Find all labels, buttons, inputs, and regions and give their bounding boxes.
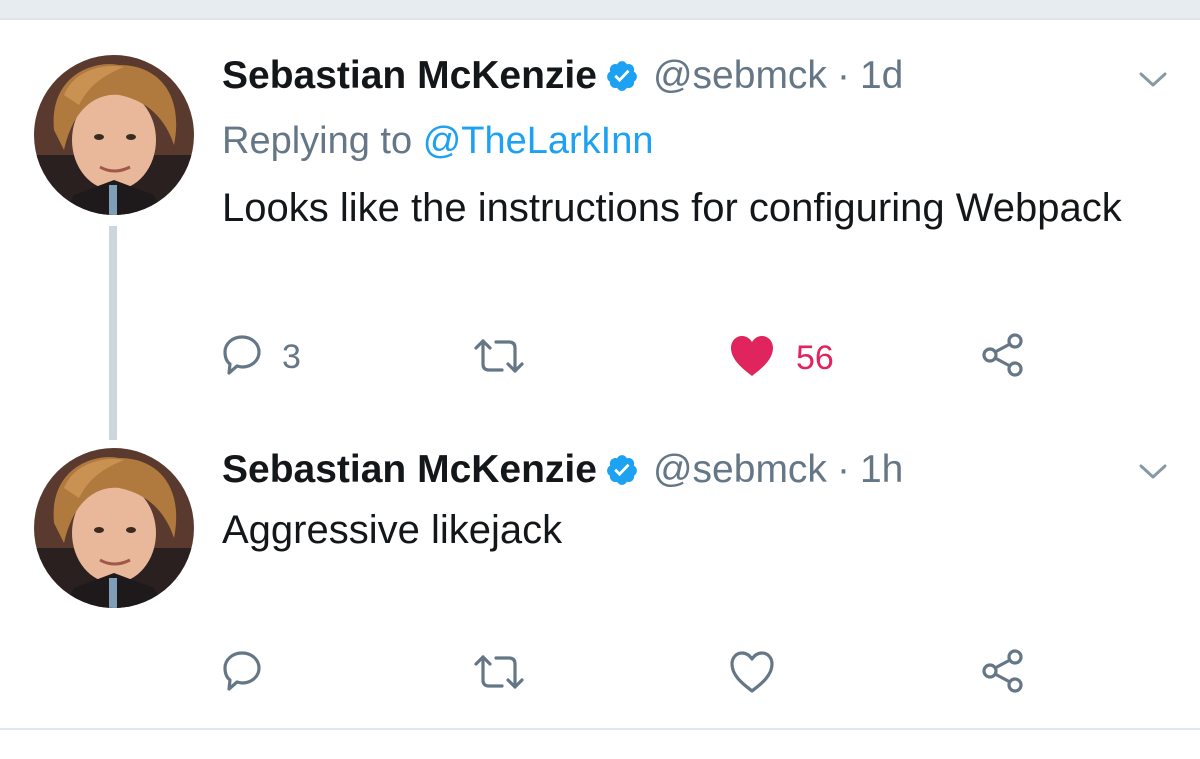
retweet-button[interactable] [472,336,546,381]
share-button[interactable] [980,648,1026,699]
display-name[interactable]: Sebastian McKenzie [222,54,597,98]
separator-dot: · [836,54,850,97]
verified-badge-icon [605,59,639,93]
share-icon [980,648,1026,699]
tweet-text: Aggressive likejack [222,508,563,552]
tweet-header: Sebastian McKenzie @sebmck · 1d [222,52,903,100]
replying-to-user-link[interactable]: @TheLarkInn [423,120,654,162]
reply-button[interactable]: 3 [222,334,301,381]
tweet[interactable]: Sebastian McKenzie @sebmck · 1d Replying… [0,0,1200,430]
replying-to-label: Replying to [222,120,413,162]
chevron-down-icon[interactable] [1138,70,1168,90]
user-handle[interactable]: @sebmck [653,54,827,98]
tweet-text: Looks like the instructions for configur… [222,186,1122,230]
separator-dot: · [836,448,850,491]
tweet-header: Sebastian McKenzie @sebmck · 1h [222,446,903,494]
avatar[interactable] [34,55,194,215]
bottom-divider [0,728,1200,759]
timestamp[interactable]: 1d [860,54,903,98]
reply-icon [222,334,262,381]
reply-button[interactable] [222,650,282,697]
reply-icon [222,650,262,697]
user-handle[interactable]: @sebmck [653,448,827,492]
timestamp[interactable]: 1h [860,448,903,492]
avatar[interactable] [34,448,194,608]
share-icon [980,332,1026,383]
like-button[interactable] [728,650,796,699]
chevron-down-icon[interactable] [1138,462,1168,482]
retweet-icon [472,652,526,697]
heart-icon [728,650,776,699]
like-button[interactable]: 56 [728,334,834,383]
replying-to-line: Replying to @TheLarkInn [222,120,654,163]
heart-icon [728,334,776,383]
share-button[interactable] [980,332,1026,383]
retweet-button[interactable] [472,652,546,697]
like-count: 56 [796,339,834,377]
display-name[interactable]: Sebastian McKenzie [222,448,597,492]
reply-count: 3 [282,338,301,376]
verified-badge-icon [605,453,639,487]
retweet-icon [472,336,526,381]
